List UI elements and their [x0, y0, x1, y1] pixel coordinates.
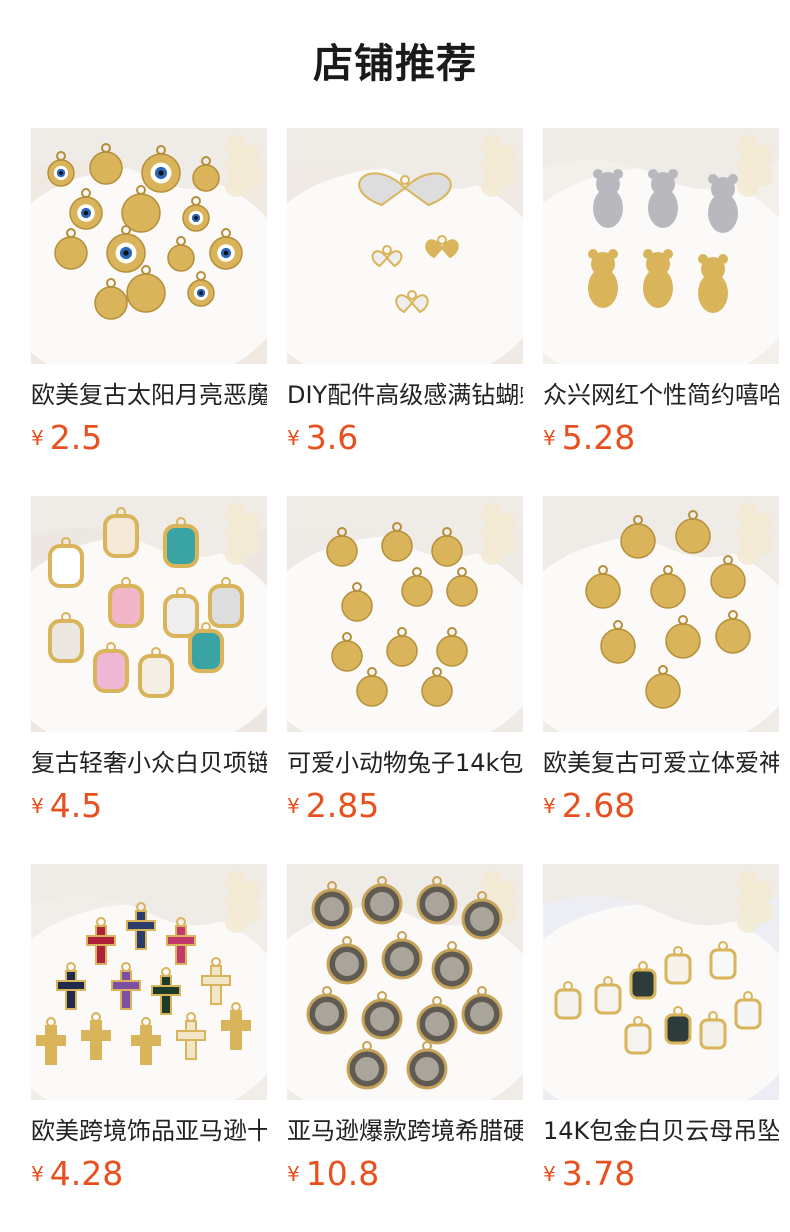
product-price: ¥10.8	[287, 1154, 523, 1194]
price-value: 3.6	[305, 418, 359, 457]
bear-charms-icon	[543, 128, 779, 364]
product-image[interactable]	[287, 128, 523, 364]
price-value: 4.5	[49, 786, 103, 825]
page-title: 店铺推荐	[313, 41, 477, 87]
product-card[interactable]: 欧美跨境饰品亚马逊十字架吊坠 ¥4.28	[31, 864, 267, 1204]
product-price: ¥2.5	[31, 418, 267, 458]
coin-charms-icon	[287, 864, 523, 1100]
shop-recommendations-page: 店铺推荐 欧美复古太阳月亮恶魔眼吊坠 ¥2.5 DIY配件高级感满钻蝴蝶吊坠 ¥…	[0, 0, 790, 1232]
product-price: ¥3.6	[287, 418, 523, 458]
cross-charms-icon	[31, 864, 267, 1100]
product-name[interactable]: 欧美跨境饰品亚马逊十字架吊坠	[31, 1116, 267, 1146]
animal-charms-icon	[287, 496, 523, 732]
product-card[interactable]: 欧美复古可爱立体爱神天使吊坠 ¥2.68	[543, 496, 779, 836]
product-price: ¥4.5	[31, 786, 267, 826]
currency-symbol: ¥	[287, 426, 300, 450]
butterfly-charms-icon	[287, 128, 523, 364]
currency-symbol: ¥	[31, 426, 44, 450]
product-card[interactable]: 众兴网红个性简约嘻哈小熊吊坠 ¥5.28	[543, 128, 779, 468]
product-name[interactable]: 欧美复古太阳月亮恶魔眼吊坠	[31, 380, 267, 410]
currency-symbol: ¥	[31, 794, 44, 818]
price-value: 10.8	[305, 1154, 380, 1193]
price-value: 5.28	[561, 418, 636, 457]
product-card[interactable]: DIY配件高级感满钻蝴蝶吊坠 ¥3.6	[287, 128, 523, 468]
evil-eye-sun-moon-charms-icon	[31, 128, 267, 364]
product-image[interactable]	[31, 128, 267, 364]
product-card[interactable]: 复古轻奢小众白贝项链吊坠 ¥4.5	[31, 496, 267, 836]
product-card[interactable]: 可爱小动物兔子14k包金吊坠 ¥2.85	[287, 496, 523, 836]
currency-symbol: ¥	[543, 794, 556, 818]
product-price: ¥4.28	[31, 1154, 267, 1194]
price-value: 3.78	[561, 1154, 636, 1193]
shell-charms-icon	[543, 864, 779, 1100]
price-value: 2.85	[305, 786, 380, 825]
product-price: ¥2.85	[287, 786, 523, 826]
product-price: ¥5.28	[543, 418, 779, 458]
currency-symbol: ¥	[287, 794, 300, 818]
product-price: ¥3.78	[543, 1154, 779, 1194]
price-value: 2.5	[49, 418, 103, 457]
price-value: 2.68	[561, 786, 636, 825]
product-image[interactable]	[287, 864, 523, 1100]
product-image[interactable]	[543, 496, 779, 732]
product-card[interactable]: 14K包金白贝云母吊坠 ¥3.78	[543, 864, 779, 1204]
price-value: 4.28	[49, 1154, 124, 1193]
currency-symbol: ¥	[31, 1162, 44, 1186]
product-name[interactable]: 欧美复古可爱立体爱神天使吊坠	[543, 748, 779, 778]
currency-symbol: ¥	[287, 1162, 300, 1186]
product-name[interactable]: 众兴网红个性简约嘻哈小熊吊坠	[543, 380, 779, 410]
product-name[interactable]: 亚马逊爆款跨境希腊硬币吊坠	[287, 1116, 523, 1146]
product-image[interactable]	[31, 864, 267, 1100]
product-card[interactable]: 欧美复古太阳月亮恶魔眼吊坠 ¥2.5	[31, 128, 267, 468]
currency-symbol: ¥	[543, 1162, 556, 1186]
product-name[interactable]: DIY配件高级感满钻蝴蝶吊坠	[287, 380, 523, 410]
product-image[interactable]	[543, 864, 779, 1100]
angel-charms-icon	[543, 496, 779, 732]
product-image[interactable]	[31, 496, 267, 732]
product-name[interactable]: 复古轻奢小众白贝项链吊坠	[31, 748, 267, 778]
product-image[interactable]	[543, 128, 779, 364]
product-name[interactable]: 14K包金白贝云母吊坠	[543, 1116, 779, 1146]
product-image[interactable]	[287, 496, 523, 732]
product-card[interactable]: 亚马逊爆款跨境希腊硬币吊坠 ¥10.8	[287, 864, 523, 1204]
product-name[interactable]: 可爱小动物兔子14k包金吊坠	[287, 748, 523, 778]
product-price: ¥2.68	[543, 786, 779, 826]
gemstone-pendants-icon	[31, 496, 267, 732]
currency-symbol: ¥	[543, 426, 556, 450]
